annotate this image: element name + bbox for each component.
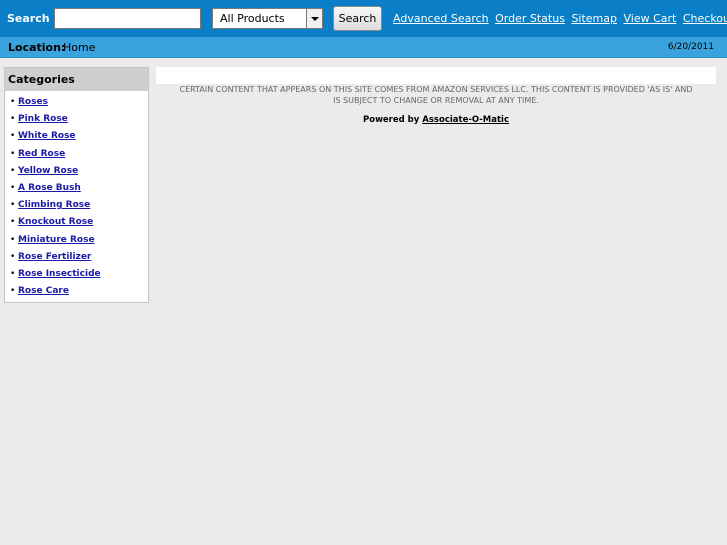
list-item: • Knockout Rose [10, 216, 148, 233]
list-item: • A Rose Bush [10, 182, 148, 199]
chevron-down-icon[interactable] [306, 9, 322, 28]
disclaimer-line-2: IS SUBJECT TO CHANGE OR REMOVAL AT ANY T… [333, 96, 539, 105]
list-item: • Miniature Rose [10, 234, 148, 251]
order-status-link[interactable]: Order Status [495, 12, 565, 25]
search-label: Search [7, 12, 50, 25]
advanced-search-link[interactable]: Advanced Search [393, 12, 489, 25]
bullet-icon: • [10, 200, 16, 211]
bullet-icon: • [10, 131, 16, 142]
bullet-icon: • [10, 251, 16, 262]
bullet-icon: • [10, 148, 16, 159]
category-link-roses[interactable]: Roses [18, 97, 48, 107]
category-select[interactable]: All Products [212, 8, 323, 29]
list-item: • Red Rose [10, 148, 148, 165]
category-link-a-rose-bush[interactable]: A Rose Bush [18, 183, 81, 193]
powered-by: Powered by Associate-O-Matic [156, 115, 716, 125]
list-item: • White Rose [10, 130, 148, 147]
disclaimer-line-1: CERTAIN CONTENT THAT APPEARS ON THIS SIT… [179, 85, 693, 94]
search-button[interactable]: Search [333, 6, 382, 31]
checkout-link[interactable]: Checkout [683, 12, 727, 25]
bullet-icon: • [10, 97, 16, 107]
category-link-miniature-rose[interactable]: Miniature Rose [18, 235, 95, 245]
view-cart-link[interactable]: View Cart [624, 12, 677, 25]
list-item: • Rose Insecticide [10, 268, 148, 285]
category-link-climbing-rose[interactable]: Climbing Rose [18, 200, 90, 210]
category-list: • Roses • Pink Rose • White Rose • Red Rose … [5, 91, 148, 302]
list-item: • Rose Care [10, 285, 148, 302]
category-link-white-rose[interactable]: White Rose [18, 131, 76, 141]
header-links: Advanced Search Order Status Sitemap Vie… [393, 12, 727, 25]
bullet-icon: • [10, 286, 16, 297]
amazon-disclaimer: CERTAIN CONTENT THAT APPEARS ON THIS SIT… [156, 84, 716, 106]
category-select-value: All Products [220, 12, 285, 25]
main-content-header [156, 67, 716, 84]
bullet-icon: • [10, 114, 16, 125]
category-link-red-rose[interactable]: Red Rose [18, 149, 65, 159]
list-item: • Yellow Rose [10, 165, 148, 182]
location-value: Home [63, 41, 96, 54]
associate-o-matic-link[interactable]: Associate-O-Matic [422, 115, 509, 125]
list-item: • Climbing Rose [10, 199, 148, 216]
bullet-icon: • [10, 268, 16, 279]
category-link-yellow-rose[interactable]: Yellow Rose [18, 166, 78, 176]
category-link-rose-insecticide[interactable]: Rose Insecticide [18, 269, 101, 279]
bullet-icon: • [10, 182, 16, 193]
category-link-rose-care[interactable]: Rose Care [18, 286, 69, 296]
location-label: Location: [8, 41, 66, 54]
category-link-rose-fertilizer[interactable]: Rose Fertilizer [18, 252, 91, 262]
powered-by-text: Powered by [363, 115, 420, 125]
list-item: • Rose Fertilizer [10, 251, 148, 268]
categories-title: Categories [5, 68, 148, 91]
list-item: • Pink Rose [10, 113, 148, 130]
search-input[interactable] [54, 8, 201, 29]
bullet-icon: • [10, 217, 16, 228]
bullet-icon: • [10, 234, 16, 245]
bullet-icon: • [10, 165, 16, 176]
category-link-pink-rose[interactable]: Pink Rose [18, 114, 68, 124]
sitemap-link[interactable]: Sitemap [571, 12, 617, 25]
location-bar: Location: Home 6/20/2011 [0, 37, 727, 58]
category-link-knockout-rose[interactable]: Knockout Rose [18, 217, 93, 227]
list-item: • Roses [10, 96, 148, 113]
top-search-bar: Search All Products Search Advanced Sear… [0, 0, 727, 37]
categories-sidebar: Categories • Roses • Pink Rose • White Rose… [4, 67, 149, 303]
current-date: 6/20/2011 [667, 42, 714, 52]
